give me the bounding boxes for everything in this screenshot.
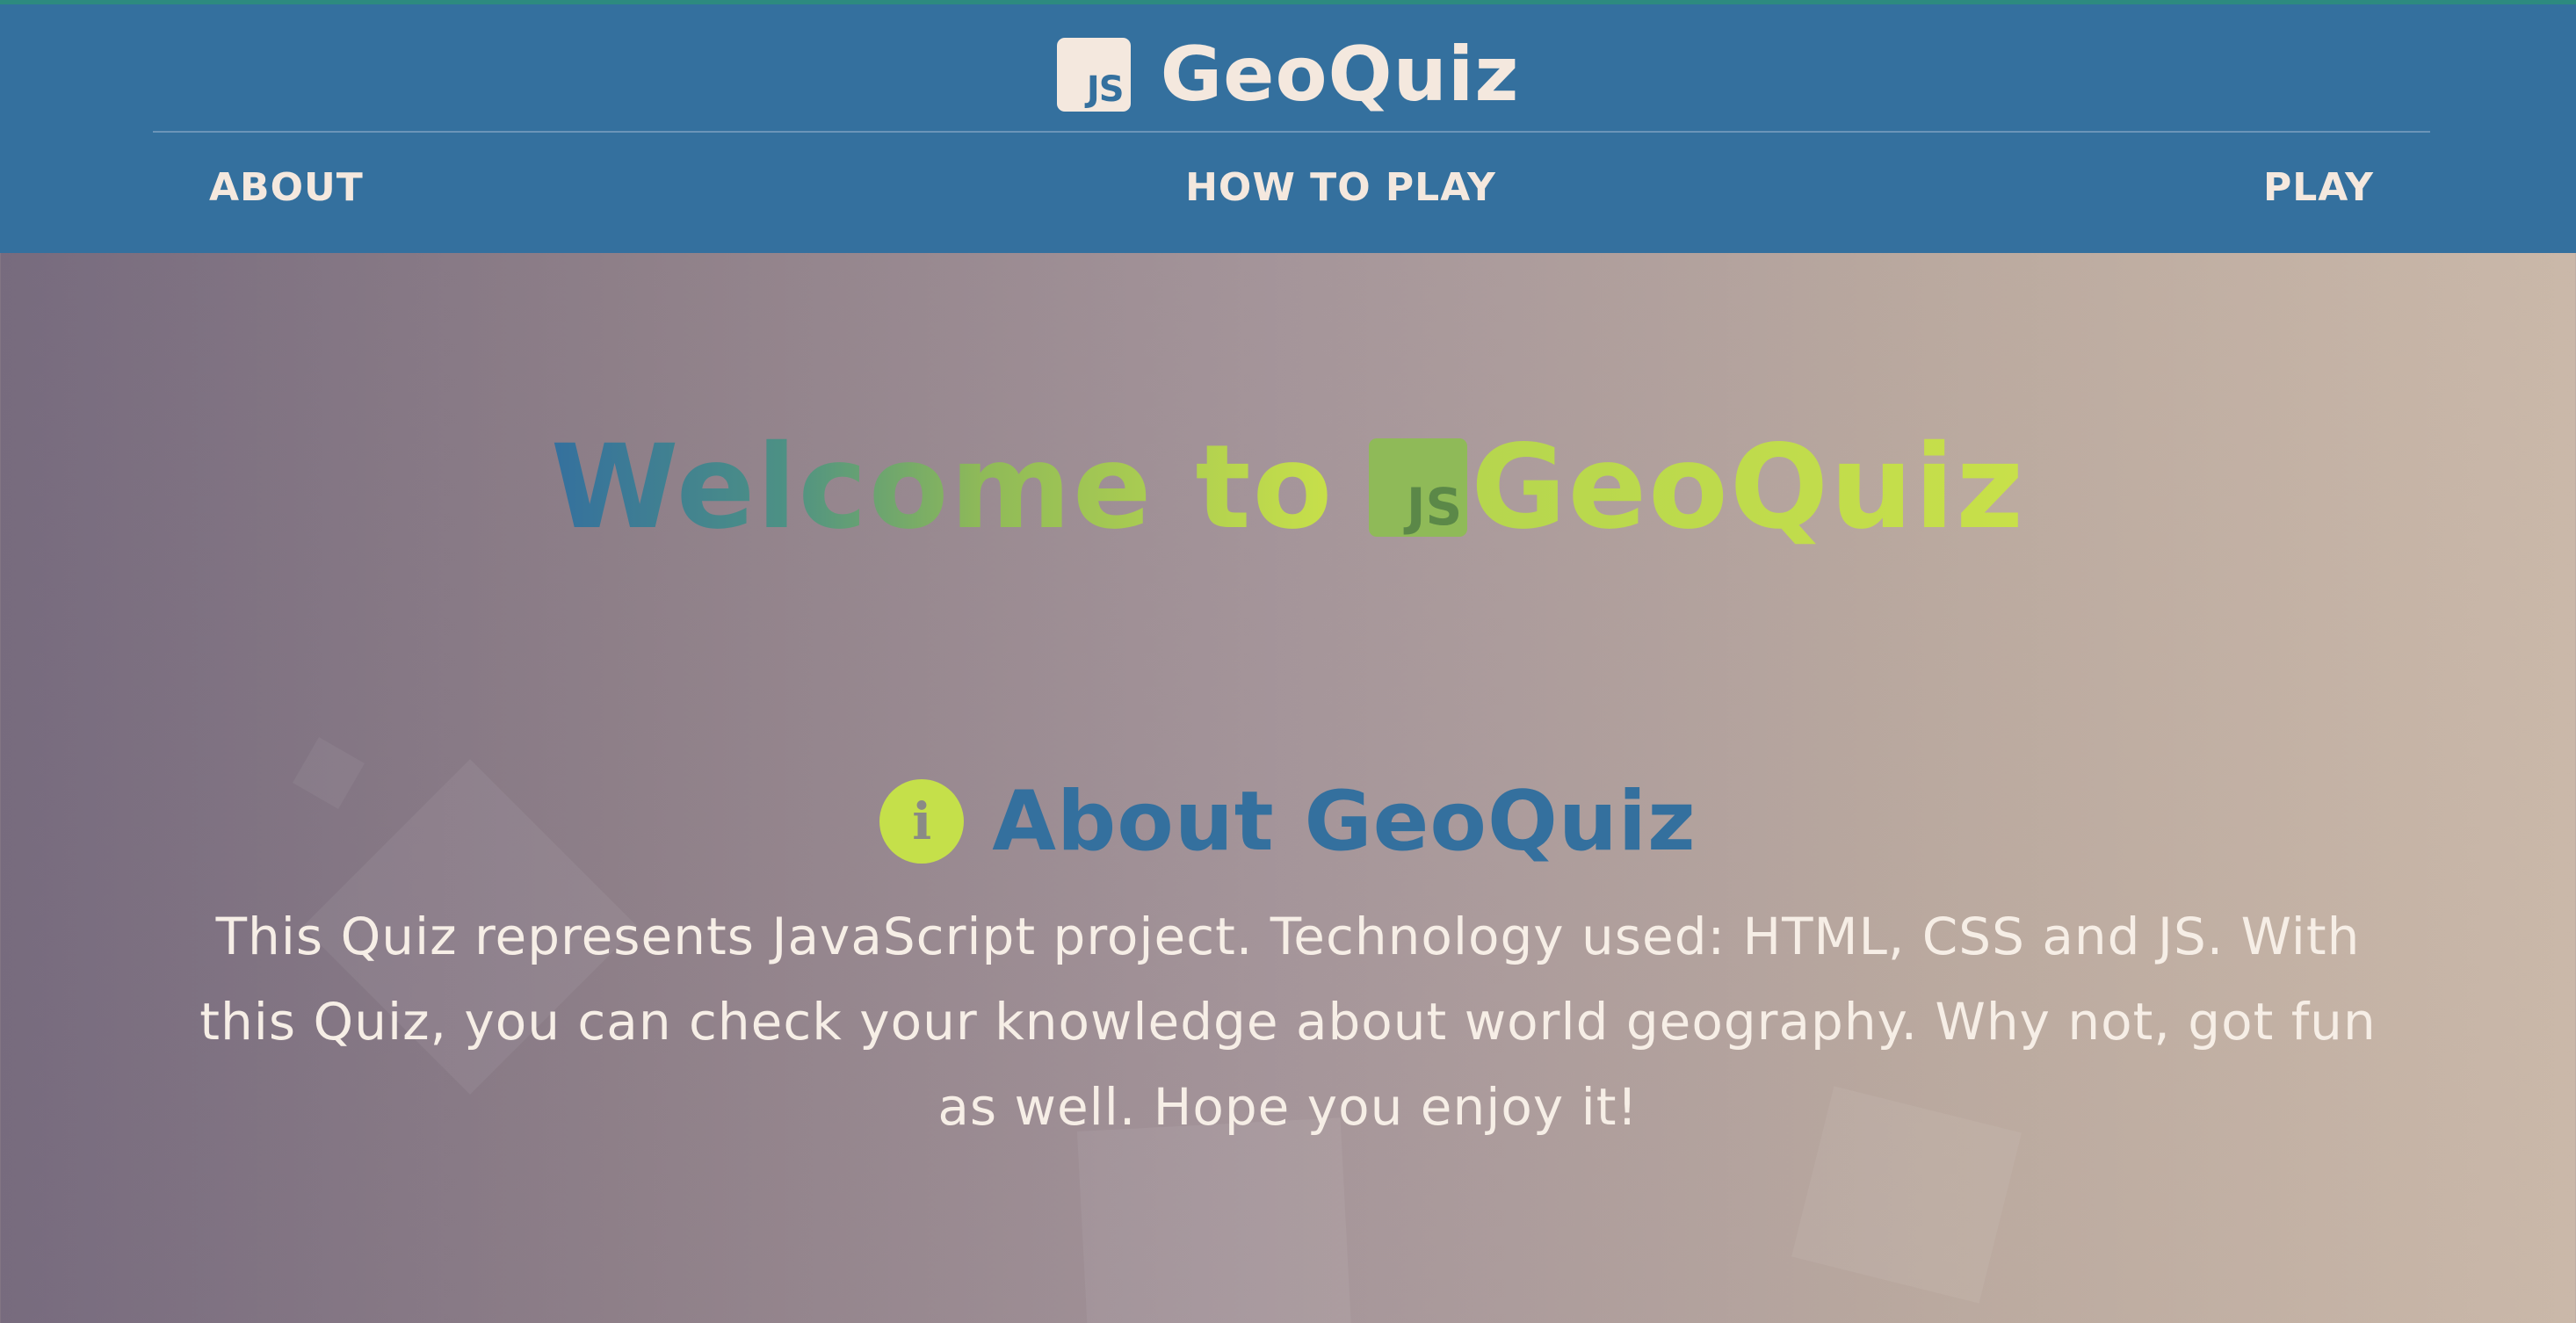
nav-how-to-play-wrapper: HOW TO PLAY <box>53 165 2576 210</box>
js-logo-label: JS <box>1086 69 1125 110</box>
header-divider <box>153 131 2430 133</box>
about-heading: About GeoQuiz <box>992 773 1697 870</box>
js-logo-icon: JS <box>1369 438 1468 537</box>
welcome-lead-text: Welcome to <box>550 420 1335 555</box>
info-icon-glyph: i <box>912 792 932 851</box>
about-description: This Quiz represents JavaScript project.… <box>199 907 2377 1137</box>
info-icon: i <box>879 779 965 864</box>
nav-play-link[interactable]: PLAY <box>2263 165 2374 210</box>
js-logo-icon: JS <box>1056 38 1131 112</box>
welcome-brand-text: GeoQuiz <box>1471 420 2026 555</box>
js-logo-label: JS <box>1406 477 1463 537</box>
site-header: JS GeoQuiz ABOUT HOW TO PLAY PLAY <box>0 4 2576 253</box>
brand-name: GeoQuiz <box>1160 31 1520 119</box>
nav-about-link[interactable]: ABOUT <box>209 165 364 210</box>
welcome-banner: Welcome to JS GeoQuiz <box>0 420 2576 555</box>
about-section-title: i About GeoQuiz <box>0 773 2576 870</box>
brand-logo[interactable]: JS GeoQuiz <box>0 31 2576 119</box>
nav-how-to-play-link[interactable]: HOW TO PLAY <box>1185 165 1496 210</box>
